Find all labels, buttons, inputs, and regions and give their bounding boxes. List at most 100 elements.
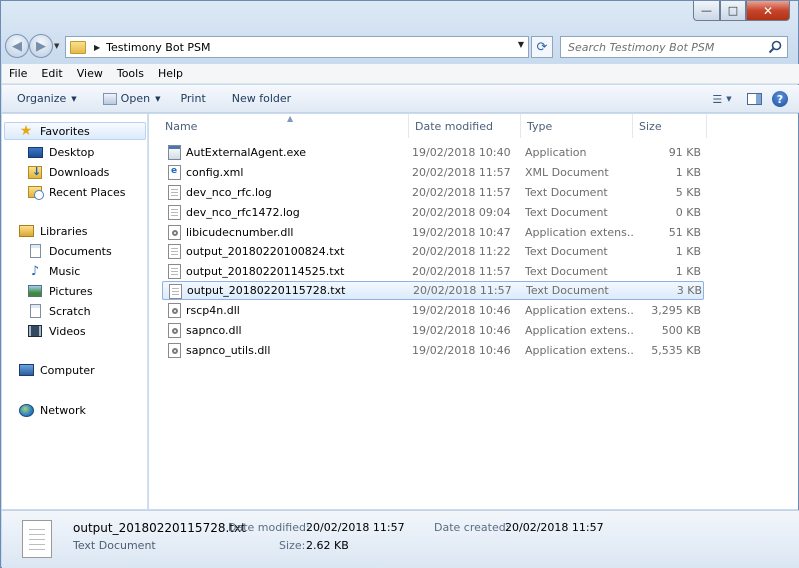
menu-file[interactable]: File	[2, 67, 34, 80]
table-row[interactable]: AutExternalAgent.exe 19/02/2018 10:40 Ap…	[162, 143, 704, 162]
file-size: 1 KB	[675, 245, 701, 258]
sidebar-item-documents[interactable]: Documents	[27, 242, 112, 260]
file-name: sapnco_utils.dll	[186, 344, 271, 357]
maximize-button[interactable]: □	[720, 1, 746, 21]
column-header-size[interactable]: Size	[633, 114, 707, 138]
close-button[interactable]: ✕	[746, 1, 790, 21]
organize-button[interactable]: Organize ▼	[10, 88, 84, 110]
sidebar-item-desktop[interactable]: Desktop	[27, 143, 94, 161]
file-size: 91 KB	[668, 146, 701, 159]
back-button[interactable]: ◀	[5, 34, 29, 58]
details-modified-value: 20/02/2018 11:57	[306, 521, 405, 534]
sidebar-item-network[interactable]: Network	[18, 401, 86, 419]
table-row[interactable]: sapnco.dll 19/02/2018 10:46 Application …	[162, 321, 704, 340]
forward-button[interactable]: ▶	[29, 34, 53, 58]
view-list-icon: ☰	[712, 92, 723, 106]
table-row[interactable]: output_20180220100824.txt 20/02/2018 11:…	[162, 242, 704, 261]
exe-file-icon	[168, 145, 181, 160]
details-pane: output_20180220115728.txt Text Document …	[2, 510, 799, 568]
breadcrumb-current-folder[interactable]: Testimony Bot PSM	[106, 41, 210, 54]
address-dropdown-icon[interactable]: ▼	[518, 40, 524, 49]
new-folder-label: New folder	[231, 92, 292, 105]
search-icon[interactable]	[768, 40, 782, 54]
menu-help[interactable]: Help	[151, 67, 190, 80]
file-name: AutExternalAgent.exe	[186, 146, 307, 159]
help-icon: ?	[772, 91, 788, 107]
sidebar-item-computer[interactable]: Computer	[18, 361, 95, 379]
text-file-icon	[169, 284, 182, 299]
change-view-button[interactable]: ☰ ▼	[703, 88, 741, 110]
sidebar-item-libraries[interactable]: Libraries	[18, 222, 88, 240]
details-created-value: 20/02/2018 11:57	[505, 521, 604, 534]
file-name: libicudecnumber.dll	[186, 226, 294, 239]
table-row[interactable]: sapnco_utils.dll 19/02/2018 10:46 Applic…	[162, 341, 704, 360]
file-date-modified: 20/02/2018 11:57	[413, 284, 512, 297]
column-header-type[interactable]: Type	[521, 114, 633, 138]
sidebar-item-recent-places[interactable]: Recent Places	[27, 183, 126, 201]
organize-label: Organize	[17, 92, 67, 105]
file-size: 500 KB	[661, 324, 701, 337]
sidebar-item-downloads[interactable]: Downloads	[27, 163, 109, 181]
table-row[interactable]: output_20180220114525.txt 20/02/2018 11:…	[162, 262, 704, 281]
file-name: output_20180220114525.txt	[186, 265, 345, 278]
table-row-selected[interactable]: output_20180220115728.txt 20/02/2018 11:…	[162, 281, 704, 300]
table-row[interactable]: dev_nco_rfc.log 20/02/2018 11:57 Text Do…	[162, 183, 704, 202]
sidebar-item-label: Libraries	[40, 224, 88, 238]
table-row[interactable]: dev_nco_rfc1472.log 20/02/2018 09:04 Tex…	[162, 203, 704, 222]
file-name: dev_nco_rfc.log	[186, 186, 272, 199]
file-size: 0 KB	[675, 206, 701, 219]
file-date-modified: 19/02/2018 10:46	[412, 344, 511, 357]
file-date-modified: 20/02/2018 09:04	[412, 206, 511, 219]
new-folder-button[interactable]: New folder	[225, 88, 298, 110]
search-input[interactable]: Search Testimony Bot PSM	[560, 36, 788, 58]
address-bar[interactable]: ▶ Testimony Bot PSM ▼	[65, 36, 529, 58]
file-size: 1 KB	[675, 265, 701, 278]
recent-pages-dropdown[interactable]: ▼	[54, 42, 59, 50]
column-header-date-modified[interactable]: Date modified	[409, 114, 521, 138]
sidebar-item-music[interactable]: ♪ Music	[27, 262, 80, 280]
sidebar-item-favorites[interactable]: ★ Favorites	[4, 122, 146, 140]
table-row[interactable]: rscp4n.dll 19/02/2018 10:46 Application …	[162, 301, 704, 320]
sidebar-item-label: Desktop	[49, 145, 95, 159]
dll-file-icon	[168, 303, 181, 318]
open-button[interactable]: Open ▼	[96, 88, 168, 110]
menu-tools[interactable]: Tools	[110, 67, 151, 80]
refresh-button[interactable]: ⟳	[531, 36, 553, 58]
sidebar-item-videos[interactable]: Videos	[27, 322, 86, 340]
help-button[interactable]: ?	[767, 88, 793, 110]
menu-edit[interactable]: Edit	[34, 67, 69, 80]
menu-view[interactable]: View	[70, 67, 110, 80]
minimize-button[interactable]: —	[693, 1, 720, 21]
file-name: output_20180220115728.txt	[187, 284, 346, 297]
file-size: 51 KB	[668, 226, 701, 239]
sidebar-item-label: Favorites	[40, 124, 90, 138]
refresh-icon: ⟳	[536, 39, 548, 55]
column-header-name[interactable]: Name ▲	[159, 114, 409, 138]
sidebar-item-label: Documents	[49, 244, 112, 258]
preview-pane-button[interactable]	[741, 88, 767, 110]
details-size-label: Size:	[279, 539, 306, 552]
sidebar-item-label: Downloads	[49, 165, 110, 179]
folder-icon	[70, 40, 86, 54]
file-type: Application	[525, 146, 587, 159]
open-icon	[102, 92, 117, 105]
star-icon: ★	[19, 123, 33, 139]
table-row[interactable]: config.xml 20/02/2018 11:57 XML Document…	[162, 163, 704, 182]
open-label: Open	[120, 92, 151, 105]
file-name: rscp4n.dll	[186, 304, 240, 317]
search-placeholder: Search Testimony Bot PSM	[568, 40, 715, 54]
table-row[interactable]: libicudecnumber.dll 19/02/2018 10:47 App…	[162, 223, 704, 242]
file-type: Text Document	[525, 245, 608, 258]
file-type: Application extens...	[525, 344, 633, 357]
print-label: Print	[180, 92, 206, 105]
sidebar-item-scratch[interactable]: Scratch	[27, 302, 91, 320]
caption-buttons: — □ ✕	[693, 1, 790, 21]
file-date-modified: 19/02/2018 10:47	[412, 226, 511, 239]
print-button[interactable]: Print	[173, 88, 212, 110]
desktop-icon	[27, 145, 43, 159]
chevron-down-icon: ▼	[726, 95, 732, 103]
sidebar-item-pictures[interactable]: Pictures	[27, 282, 93, 300]
scratch-icon	[27, 304, 43, 318]
xml-file-icon	[168, 165, 181, 180]
breadcrumb-chevron-icon[interactable]: ▶	[94, 43, 100, 52]
